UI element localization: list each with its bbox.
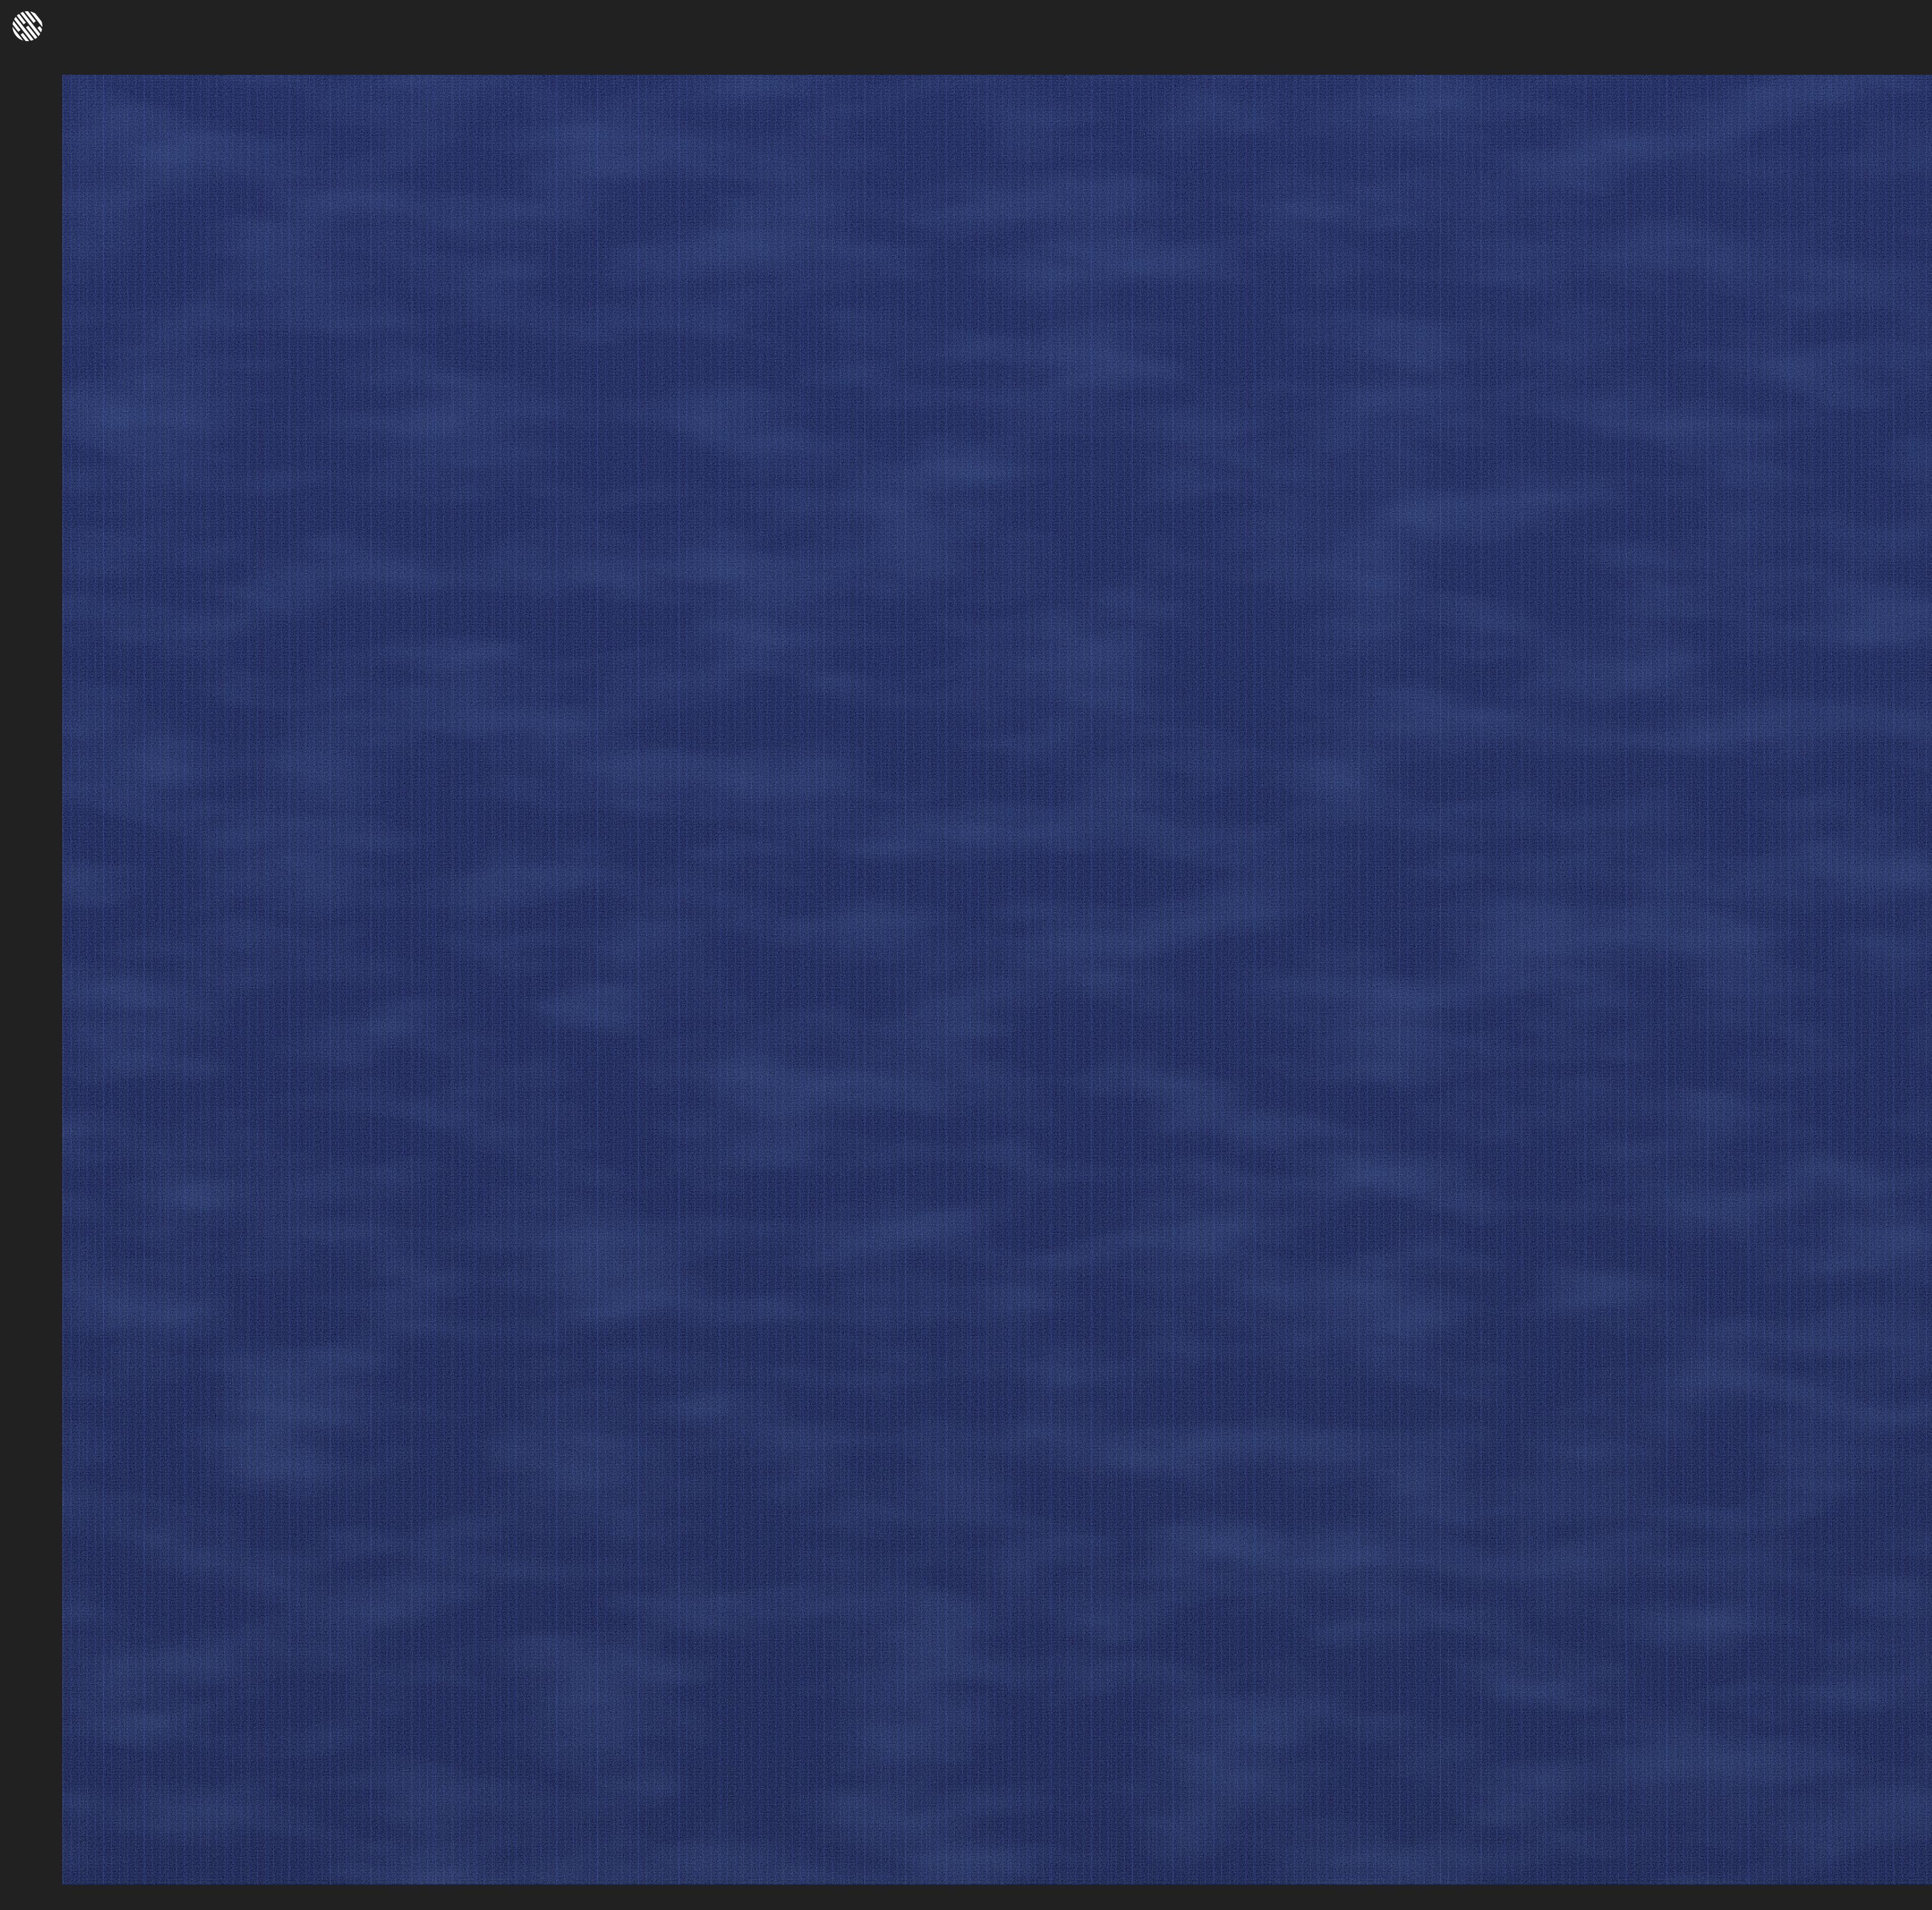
- spectrogram-background-texture: [62, 75, 1932, 1884]
- plot-area: [62, 75, 1932, 1884]
- spectrogram-figure: [0, 0, 1932, 1910]
- x-axis: [62, 0, 1932, 75]
- footer: [0, 1884, 1932, 1910]
- y-axis: [0, 75, 62, 1884]
- gfz-logo-icon: [11, 10, 44, 42]
